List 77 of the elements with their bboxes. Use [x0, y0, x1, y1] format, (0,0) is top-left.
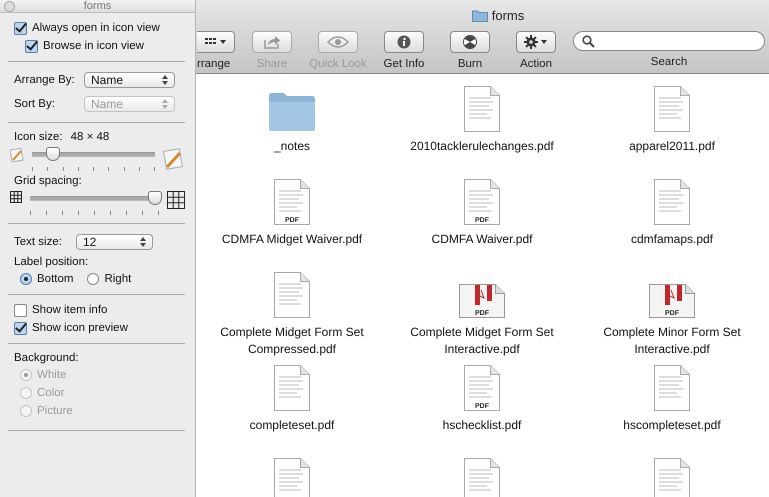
- checkbox-label: Show item info: [32, 304, 108, 316]
- file-name: 2010tacklerulechanges.pdf: [409, 138, 555, 155]
- checkbox[interactable]: [14, 22, 27, 34]
- field-label: Sort By:: [14, 98, 56, 110]
- file-name: Complete Minor Form Set Interactive.pdf: [602, 324, 742, 358]
- updown-icon: [140, 237, 146, 247]
- file-name: hschecklist.pdf: [442, 417, 522, 434]
- search-label: Search: [650, 56, 688, 68]
- large-grid-icon: [167, 191, 185, 209]
- document-icon[interactable]: [654, 365, 690, 411]
- gear-icon: [524, 35, 548, 49]
- folder-icon: [472, 8, 488, 22]
- toolbar-label: rrange: [197, 58, 230, 70]
- document-icon[interactable]: [654, 179, 690, 225]
- file-name: _notes: [272, 138, 312, 155]
- field-label: Arrange By:: [14, 74, 76, 86]
- toolbar-label: Get Info: [384, 58, 424, 70]
- radio-button[interactable]: [87, 273, 100, 285]
- radio-label: Picture: [37, 405, 73, 417]
- updown-icon: [162, 99, 168, 109]
- small-grid-icon: [10, 191, 22, 203]
- radio-label: White: [37, 369, 66, 381]
- pencil-picture-icon: [10, 147, 24, 163]
- folder-icon[interactable]: [268, 92, 316, 132]
- radio-label: Right: [104, 273, 132, 285]
- checkbox-label: Always open in icon view: [32, 22, 160, 34]
- radio-label: Color: [37, 387, 64, 399]
- toolbar-label: Burn: [458, 58, 482, 70]
- background-label: Background:: [14, 352, 79, 364]
- icon-size-label: Icon size:: [14, 131, 63, 143]
- checkbox[interactable]: [14, 322, 27, 334]
- document-icon[interactable]: [274, 365, 310, 411]
- document-icon[interactable]: [274, 458, 310, 497]
- file-name: Complete Midget Form Set Compressed.pdf: [219, 324, 365, 358]
- window-title: forms: [492, 8, 524, 22]
- checkbox-label: Show icon preview: [32, 322, 128, 334]
- slider-thumb[interactable]: [46, 147, 60, 161]
- document-icon[interactable]: [464, 458, 500, 497]
- share-arrow-icon: [263, 35, 281, 49]
- label-position-label: Label position:: [14, 256, 88, 268]
- slider-thumb[interactable]: [148, 191, 162, 205]
- toolbar-button[interactable]: [450, 31, 490, 53]
- document-icon[interactable]: [274, 272, 310, 318]
- document-icon[interactable]: [464, 86, 500, 132]
- toolbar-button[interactable]: [197, 31, 235, 53]
- checkbox[interactable]: [14, 304, 27, 316]
- file-name: CDMFA Midget Waiver.pdf: [220, 231, 364, 248]
- file-name: apparel2011.pdf: [628, 138, 716, 155]
- info-icon: [397, 35, 411, 49]
- file-name: hscompleteset.pdf: [622, 417, 722, 434]
- eye-icon: [327, 36, 349, 48]
- file-name: completeset.pdf: [248, 417, 336, 434]
- radio-label: Bottom: [37, 273, 74, 285]
- file-name: cdmfamaps.pdf: [630, 231, 714, 248]
- toolbar-button[interactable]: [384, 31, 424, 53]
- icon-size-reading: 48 × 48: [70, 131, 110, 143]
- file-name: CDMFA Waiver.pdf: [430, 231, 534, 248]
- document-icon[interactable]: [654, 86, 690, 132]
- grid-spacing-label: Grid spacing:: [14, 175, 82, 187]
- pencil-picture-icon: [163, 147, 185, 171]
- arrange-by-dropdown[interactable]: Name: [84, 72, 175, 88]
- search-icon: [582, 34, 595, 48]
- toolbar-label: Action: [520, 58, 552, 70]
- text-size-dropdown[interactable]: 12: [76, 234, 153, 250]
- radiation-icon: [463, 35, 477, 49]
- close-button[interactable]: [4, 1, 15, 12]
- updown-icon: [162, 75, 168, 85]
- toolbar-button[interactable]: [516, 31, 556, 53]
- panel-title: forms: [84, 0, 112, 12]
- file-name: Complete Midget Form Set Interactive.pdf: [409, 324, 555, 358]
- search-field[interactable]: [573, 31, 765, 51]
- field-label: Text size:: [14, 236, 63, 248]
- checkbox-label: Browse in icon view: [43, 40, 144, 52]
- radio-button[interactable]: [20, 273, 32, 285]
- document-icon[interactable]: [654, 458, 690, 497]
- grid-view-icon: [204, 37, 226, 47]
- checkbox[interactable]: [25, 40, 38, 52]
